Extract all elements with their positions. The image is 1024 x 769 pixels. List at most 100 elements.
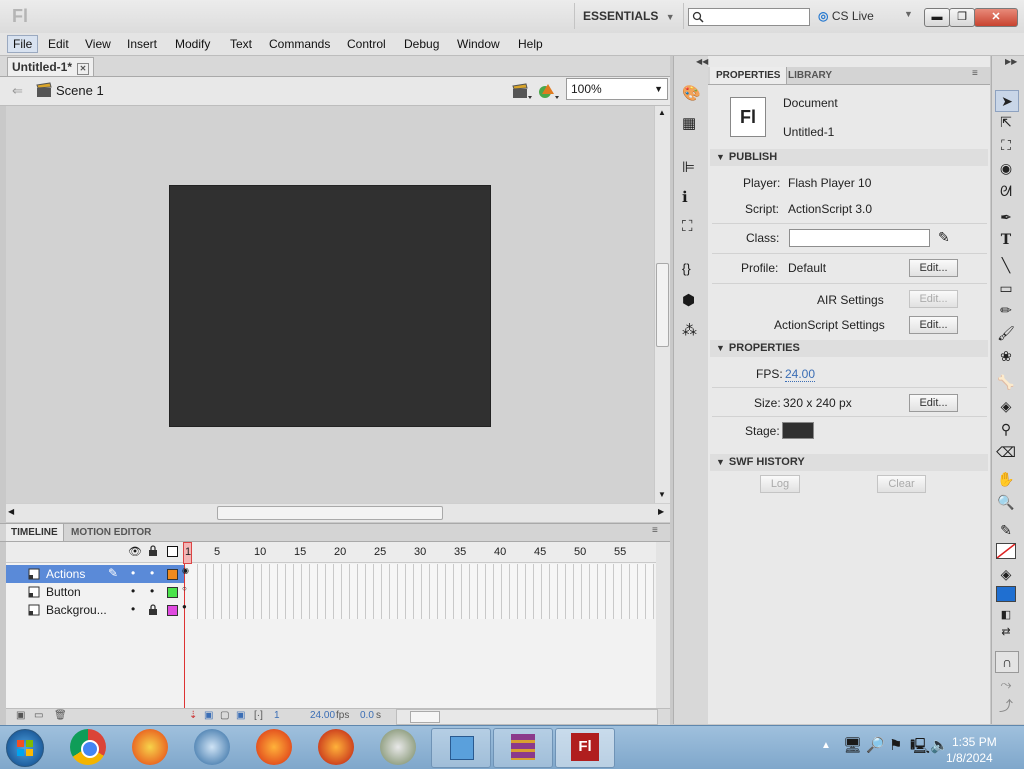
menu-debug[interactable]: Debug — [404, 37, 439, 51]
pen-tool-icon[interactable]: ✒ — [995, 207, 1017, 227]
current-frame[interactable]: 1 — [274, 710, 280, 721]
action-center-icon[interactable]: ⚑ — [889, 736, 902, 754]
center-frame-icon[interactable]: ⇣ — [189, 710, 197, 721]
eyedropper-tool-icon[interactable]: ⚲ — [995, 419, 1017, 439]
edit-symbols-icon[interactable] — [538, 82, 560, 103]
motion-presets-icon[interactable]: ⁂ — [682, 321, 697, 339]
menu-view[interactable]: View — [85, 37, 111, 51]
stage-vertical-thumb[interactable] — [656, 263, 669, 347]
layer-color-swatch[interactable] — [167, 587, 178, 598]
lasso-tool-icon[interactable]: ᘛ — [995, 181, 1017, 201]
brush-tool-icon[interactable]: 🖌 — [995, 323, 1017, 343]
timeline-horizontal-thumb[interactable] — [410, 711, 440, 723]
layer-row-button[interactable]: Button • • — [6, 583, 184, 601]
snap-to-objects-icon[interactable]: ∩ — [995, 651, 1019, 673]
collapse-tools-icon[interactable]: ▶▶ — [1005, 57, 1017, 66]
outline-icon[interactable] — [167, 546, 178, 557]
help-search-input[interactable] — [688, 8, 810, 26]
frame-rate[interactable]: 24.00 — [310, 710, 335, 721]
menu-window[interactable]: Window — [457, 37, 500, 51]
media-icon[interactable] — [380, 729, 416, 765]
layer-color-swatch[interactable] — [167, 605, 178, 616]
fill-color-swatch[interactable] — [996, 586, 1016, 602]
menu-text[interactable]: Text — [230, 37, 252, 51]
scroll-right-icon[interactable]: ▶ — [658, 507, 664, 516]
firefox-icon[interactable] — [256, 729, 292, 765]
swatches-panel-icon[interactable]: ▦ — [682, 114, 696, 132]
zoom-select[interactable]: 100% ▼ — [566, 78, 668, 100]
timeline-vertical-scrollbar[interactable] — [656, 542, 670, 708]
clear-button[interactable]: Clear — [877, 475, 926, 493]
section-publish[interactable]: ▼ PUBLISH — [710, 149, 988, 166]
workspace-switcher[interactable]: ESSENTIALS ▼ — [574, 3, 684, 29]
swap-colors-icon[interactable]: ⇄ — [995, 622, 1017, 642]
clock-date[interactable]: 1/8/2024 — [946, 751, 993, 765]
straighten-icon[interactable]: ⤴ — [995, 696, 1017, 716]
deco-tool-icon[interactable]: ❀ — [995, 346, 1017, 366]
tab-timeline[interactable]: TIMELINE — [6, 524, 64, 541]
3d-rotation-tool-icon[interactable]: ◉ — [995, 158, 1017, 178]
chevron-down-icon[interactable]: ▼ — [904, 9, 913, 19]
pencil-tool-icon[interactable]: ✏ — [995, 300, 1017, 320]
stroke-color-icon[interactable]: ✎ — [995, 520, 1017, 540]
eraser-tool-icon[interactable]: ⌫ — [995, 442, 1017, 462]
tab-properties[interactable]: PROPERTIES — [710, 67, 788, 84]
menu-edit[interactable]: Edit — [48, 37, 69, 51]
paint-bucket-tool-icon[interactable]: ◈ — [995, 396, 1017, 416]
rectangle-tool-icon[interactable]: ▭ — [995, 278, 1017, 298]
onion-outlines-icon[interactable]: ▢ — [220, 710, 229, 721]
back-arrow-icon[interactable]: ⇐ — [12, 83, 23, 99]
align-panel-icon[interactable]: ⊫ — [682, 158, 695, 176]
section-properties[interactable]: ▼ PROPERTIES — [710, 340, 988, 357]
winrar-icon[interactable] — [493, 728, 553, 768]
free-transform-tool-icon[interactable]: ⛶ — [995, 135, 1017, 155]
menu-file[interactable]: File — [7, 35, 39, 53]
keyframe-icon[interactable]: ○ — [182, 584, 187, 593]
menu-commands[interactable]: Commands — [269, 37, 330, 51]
scroll-left-icon[interactable]: ◀ — [8, 507, 14, 516]
edit-scene-icon[interactable] — [512, 82, 532, 103]
chrome-icon[interactable] — [70, 729, 106, 765]
color-panel-icon[interactable]: 🎨 — [682, 84, 701, 102]
edit-profile-button[interactable]: Edit... — [909, 259, 958, 277]
lock-icon[interactable] — [148, 545, 158, 560]
browser-icon[interactable] — [194, 729, 230, 765]
layer-row-actions[interactable]: Actions ✎ • • — [6, 565, 184, 583]
hand-tool-icon[interactable]: ✋ — [995, 469, 1017, 489]
tab-motion-editor[interactable]: MOTION EDITOR — [66, 524, 156, 541]
stage-horizontal-thumb[interactable] — [217, 506, 443, 520]
pencil-icon[interactable]: ✎ — [938, 229, 950, 246]
edit-air-settings-button[interactable]: Edit... — [909, 290, 958, 308]
close-icon[interactable]: ✕ — [77, 63, 89, 75]
text-tool-icon[interactable]: T — [995, 230, 1017, 250]
panel-menu-icon[interactable]: ≡ — [972, 68, 978, 79]
class-input[interactable] — [789, 229, 930, 247]
clock-time[interactable]: 1:35 PM — [952, 735, 997, 749]
tab-library[interactable]: LIBRARY — [782, 67, 838, 84]
visibility-dot-icon[interactable]: • — [131, 602, 135, 616]
minimize-button[interactable]: ▬ — [924, 8, 950, 27]
frames-grid[interactable] — [190, 564, 654, 619]
layer-color-swatch[interactable] — [167, 569, 178, 580]
keyframe-icon[interactable]: ◉ — [182, 566, 189, 575]
actions-panel-icon[interactable]: {} — [682, 261, 691, 276]
section-swf-history[interactable]: ▼ SWF HISTORY — [710, 454, 988, 471]
keyframe-icon[interactable]: ● — [182, 602, 187, 611]
menu-modify[interactable]: Modify — [175, 37, 210, 51]
edit-actionscript-settings-button[interactable]: Edit... — [909, 316, 958, 334]
smooth-icon[interactable]: ⤳ — [995, 674, 1017, 694]
bone-tool-icon[interactable]: 🦴 — [995, 372, 1017, 392]
fill-color-icon[interactable]: ◈ — [995, 564, 1017, 584]
info-panel-icon[interactable]: ℹ — [682, 188, 688, 206]
layer-row-background[interactable]: Backgrou... • — [6, 601, 184, 619]
menu-insert[interactable]: Insert — [127, 37, 157, 51]
menu-control[interactable]: Control — [347, 37, 386, 51]
stage-color-swatch[interactable] — [782, 422, 814, 439]
scroll-up-icon[interactable]: ▲ — [658, 108, 666, 117]
close-button[interactable]: ✕ — [974, 8, 1018, 27]
expand-panels-icon[interactable]: ◀◀ — [696, 57, 708, 66]
network-icon[interactable]: 🖳 — [910, 736, 930, 761]
transform-panel-icon[interactable]: ⛶ — [682, 218, 693, 235]
restore-button[interactable]: ❐ — [949, 8, 975, 27]
flash-taskbar-button[interactable]: Fl — [555, 728, 615, 768]
